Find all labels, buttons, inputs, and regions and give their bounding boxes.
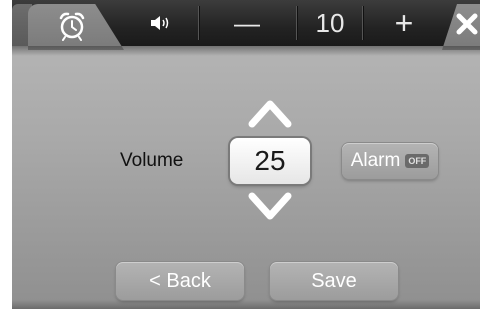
right-margin (480, 0, 490, 309)
plus-button[interactable]: + (366, 0, 442, 46)
volume-level-value: 10 (315, 8, 345, 38)
toolbar-separator (198, 6, 199, 40)
bottom-shade (12, 300, 480, 309)
close-x-icon[interactable] (454, 8, 480, 40)
alarm-clock-icon[interactable] (52, 6, 92, 44)
alarm-toggle-button[interactable]: Alarm OFF (342, 143, 438, 179)
toolbar-separator (362, 6, 363, 40)
speaker-icon[interactable] (146, 8, 176, 38)
chevron-down-icon[interactable] (248, 192, 292, 229)
toolbar-shadow (12, 46, 480, 56)
volume-label: Volume (120, 150, 184, 171)
volume-settings-screen: — 10 + Volume 25 Alarm OFF < Back Save (12, 0, 480, 309)
volume-value: 25 (230, 138, 310, 184)
back-button[interactable]: < Back (116, 262, 244, 300)
minus-button[interactable]: — (202, 0, 292, 46)
chevron-up-icon[interactable] (248, 96, 292, 133)
alarm-button-label: Alarm (350, 150, 401, 171)
toolbar-separator (296, 6, 297, 40)
alarm-state-badge: OFF (405, 154, 430, 168)
save-button[interactable]: Save (270, 262, 398, 300)
